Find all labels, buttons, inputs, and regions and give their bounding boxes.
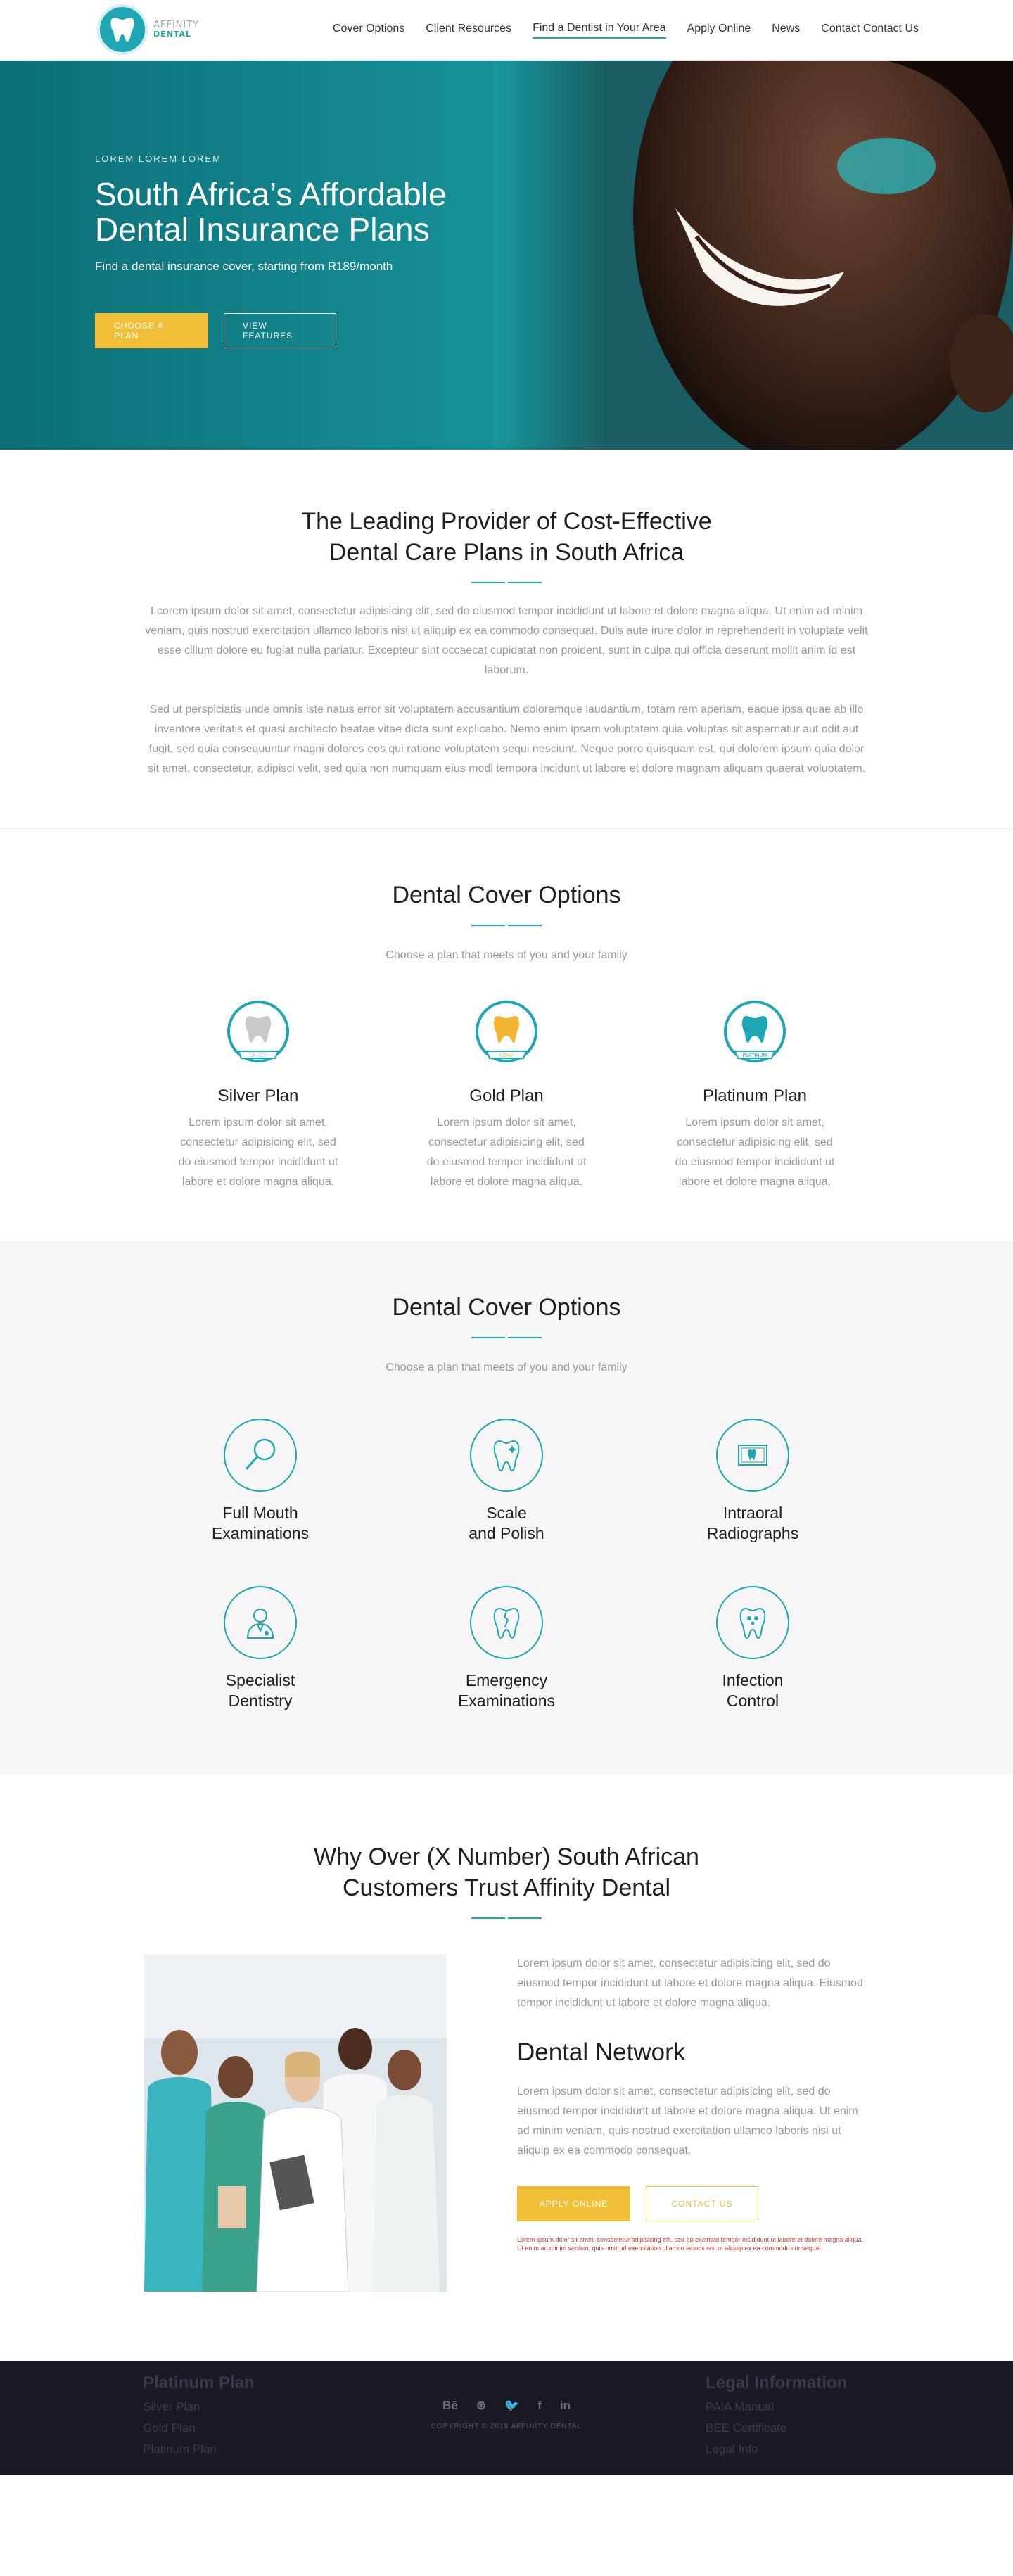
gold-tooth-badge-icon: GOLD — [476, 1001, 537, 1062]
hero-eyebrow: LOREM LOREM LOREM — [95, 153, 222, 164]
feature-label: Full Mouth Examinations — [211, 1504, 310, 1542]
intro-title-line-1: The Leading Provider of Cost-Effective — [301, 508, 712, 535]
plan-badge-text: PLATINUM — [743, 1053, 767, 1058]
behance-icon[interactable]: Bē — [442, 2399, 458, 2413]
trust-title-line-1: Why Over (X Number) South African — [314, 1844, 699, 1870]
feature-full-mouth-examinations: Full Mouth Examinations — [137, 1419, 383, 1544]
nav-find-dentist[interactable]: Find a Dentist in Your Area — [533, 22, 666, 39]
trust-paragraph-1: Lorem ipsum dolor sit amet, consectetur … — [517, 1958, 863, 2009]
trust-section: Why Over (X Number) South African Custom… — [0, 1775, 1013, 2361]
medical-team-photo — [144, 1954, 447, 2292]
hero-subtitle: Find a dental insurance cover, starting … — [95, 260, 393, 273]
plan-name: Platinum Plan — [702, 1086, 808, 1105]
feature-intraoral-radiographs: Intraoral Radiographs — [630, 1419, 876, 1544]
dribbble-icon[interactable]: ⊛ — [476, 2399, 486, 2413]
feature-label: Specialist Dentistry — [225, 1671, 295, 1710]
site-footer: Platinum Plan Silver Plan Gold Plan Plat… — [0, 2361, 1013, 2475]
section-divider — [0, 582, 1013, 583]
disclaimer-text: Lorem ipsum dolor sit amet, consectetur … — [517, 2236, 864, 2252]
plan-description: Lorem ipsum dolor sit amet, consectetur … — [426, 1117, 587, 1188]
footer-link-bee-certificate[interactable]: BEE Certificate — [706, 2421, 847, 2435]
plan-description: Lorem ipsum dolor sit amet, consectetur … — [675, 1117, 835, 1188]
dentist-icon — [224, 1586, 297, 1659]
footer-plans-column: Platinum Plan Silver Plan Gold Plan Plat… — [143, 2373, 255, 2456]
cover-subtitle: Choose a plan that meets of you and your… — [386, 949, 627, 961]
hero-smiling-woman-image — [492, 61, 1013, 450]
plan-card-silver[interactable]: SILVER Silver Plan Lorem ipsum dolor sit… — [176, 999, 341, 1192]
contact-us-button[interactable]: CONTACT US — [646, 2186, 758, 2221]
feature-scale-and-polish: Scale and Polish — [383, 1419, 630, 1544]
plan-name: Silver Plan — [217, 1086, 299, 1105]
footer-link-legal-info[interactable]: Legal Info — [706, 2442, 847, 2456]
feature-label: Infection Control — [722, 1671, 784, 1710]
footer-social: Bē ⊛ 🐦 f in COPYRIGHT © 2018 AFFINITY DE… — [422, 2399, 591, 2430]
feature-emergency-examinations: Emergency Examinations — [383, 1586, 630, 1711]
magnifier-icon — [224, 1419, 297, 1492]
trust-title: Why Over (X Number) South African Custom… — [0, 1841, 1013, 1903]
cover-options-section: Dental Cover Options Choose a plan that … — [0, 829, 1013, 1241]
intro-paragraph-1: Lcorem ipsum dolor sit amet, consectetur… — [145, 605, 868, 676]
intro-title-line-2: Dental Care Plans in South Africa — [329, 539, 684, 566]
hero-banner: LOREM LOREM LOREM South Africa’s Afforda… — [0, 61, 1013, 450]
footer-legal-column: Legal Information PAIA Manual BEE Certif… — [706, 2373, 847, 2456]
logo-line-1: AFFINITY — [153, 19, 200, 30]
plan-description: Lorem ipsum dolor sit amet, consectetur … — [178, 1117, 338, 1188]
nav-contact-us[interactable]: Contact Contact Us — [821, 23, 919, 38]
broken-tooth-icon — [470, 1586, 543, 1659]
nav-apply-online[interactable]: Apply Online — [687, 23, 751, 38]
footer-link-platinum-plan[interactable]: Platinum Plan — [143, 2442, 255, 2456]
footer-link-paia-manual[interactable]: PAIA Manual — [706, 2400, 847, 2414]
twitter-icon[interactable]: 🐦 — [504, 2399, 519, 2413]
trust-paragraph-2: Lorem ipsum dolor sit amet, consectetur … — [517, 2086, 858, 2157]
nav-cover-options[interactable]: Cover Options — [333, 23, 404, 38]
view-features-button[interactable]: VIEW FEATURES — [224, 313, 336, 348]
feature-label: Emergency Examinations — [457, 1671, 556, 1710]
infected-tooth-icon — [716, 1586, 789, 1659]
hero-title: South Africa’s Affordable Dental Insuran… — [95, 176, 447, 248]
plan-card-gold[interactable]: GOLD Gold Plan Lorem ipsum dolor sit ame… — [424, 999, 590, 1192]
facebook-icon[interactable]: f — [537, 2399, 542, 2413]
cover-title: Dental Cover Options — [392, 882, 621, 908]
copyright-text: COPYRIGHT © 2018 AFFINITY DENTAL — [431, 2423, 582, 2430]
section-divider — [0, 1337, 1013, 1338]
apply-online-button[interactable]: APPLY ONLINE — [517, 2186, 630, 2221]
footer-legal-title: Legal Information — [706, 2373, 848, 2392]
footer-link-silver-plan[interactable]: Silver Plan — [143, 2400, 255, 2414]
feature-specialist-dentistry: Specialist Dentistry — [137, 1586, 383, 1711]
feature-infection-control: Infection Control — [630, 1586, 876, 1711]
main-nav: Cover Options Client Resources Find a De… — [333, 0, 919, 61]
plan-badge-text: SILVER — [250, 1053, 267, 1058]
footer-plans-title: Platinum Plan — [143, 2373, 255, 2392]
section-divider — [0, 925, 1013, 926]
logo[interactable]: AFFINITY DENTAL — [97, 4, 199, 55]
xray-icon — [716, 1419, 789, 1492]
site-header: AFFINITY DENTAL Cover Options Client Res… — [0, 0, 1013, 61]
footer-link-gold-plan[interactable]: Gold Plan — [143, 2421, 255, 2435]
nav-news[interactable]: News — [772, 23, 800, 38]
nav-client-resources[interactable]: Client Resources — [426, 23, 511, 38]
dental-network-title: Dental Network — [517, 2038, 686, 2066]
platinum-tooth-badge-icon: PLATINUM — [724, 1001, 786, 1062]
sparkle-tooth-icon — [470, 1419, 543, 1492]
plan-badge-text: GOLD — [499, 1053, 514, 1058]
features-section: Dental Cover Options Choose a plan that … — [0, 1241, 1013, 1775]
intro-title: The Leading Provider of Cost-Effective D… — [0, 506, 1013, 568]
features-title: Dental Cover Options — [392, 1294, 621, 1321]
feature-label: Scale and Polish — [469, 1504, 544, 1542]
plan-name: Gold Plan — [469, 1086, 544, 1105]
trust-title-line-2: Customers Trust Affinity Dental — [342, 1874, 671, 1901]
plan-card-platinum[interactable]: PLATINUM Platinum Plan Lorem ipsum dolor… — [673, 999, 838, 1192]
intro-section: The Leading Provider of Cost-Effective D… — [0, 450, 1013, 829]
silver-tooth-badge-icon: SILVER — [227, 1001, 289, 1062]
intro-paragraph-2: Sed ut perspiciatis unde omnis iste natu… — [147, 704, 866, 775]
feature-label: Intraoral Radiographs — [706, 1504, 799, 1542]
features-subtitle: Choose a plan that meets of you and your… — [386, 1362, 627, 1373]
section-divider — [0, 1917, 1013, 1919]
tooth-logo-icon — [97, 4, 148, 55]
logo-line-2: DENTAL — [153, 30, 192, 39]
linkedin-icon[interactable]: in — [560, 2399, 571, 2413]
choose-plan-button[interactable]: CHOOSE A PLAN — [95, 313, 208, 348]
